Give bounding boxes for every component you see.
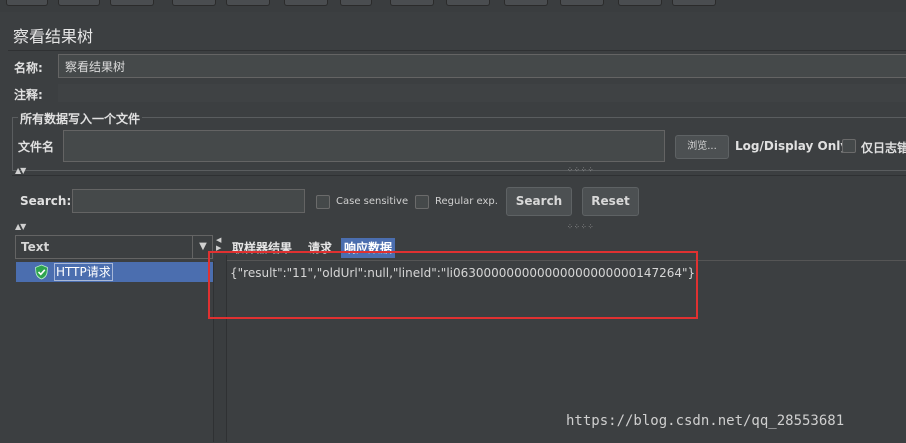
panel-title: 察看结果树: [13, 27, 94, 46]
divider: [8, 50, 906, 51]
shield-check-icon: [35, 264, 48, 280]
comment-label: 注释:: [14, 88, 43, 102]
comment-field[interactable]: [58, 84, 906, 102]
search-button[interactable]: Search: [506, 187, 572, 216]
watermark: https://blog.csdn.net/qq_28553681: [566, 413, 845, 429]
splitter-grip[interactable]: ⁘⁘⁘⁘: [567, 166, 594, 174]
log-display-label: Log/Display Only:: [735, 139, 853, 153]
renderer-select-value: Text: [21, 240, 50, 254]
tree-item-label: HTTP请求: [54, 263, 113, 281]
toolbar-button[interactable]: [618, 0, 662, 6]
name-field[interactable]: 察看结果树: [58, 54, 906, 78]
toolbar-button[interactable]: [560, 0, 604, 6]
toolbar-button[interactable]: [390, 0, 434, 6]
toolbar-button[interactable]: [284, 0, 328, 6]
toolbar-button[interactable]: [226, 0, 270, 6]
errors-only-checkbox[interactable]: [842, 139, 856, 153]
toolbar-button[interactable]: [172, 0, 216, 6]
search-input[interactable]: [72, 189, 305, 213]
highlight-box: [208, 251, 698, 319]
toolbar-button[interactable]: [504, 0, 548, 6]
tree-item[interactable]: HTTP请求: [16, 262, 213, 282]
divider: [12, 175, 906, 176]
search-label: Search:: [20, 194, 72, 208]
browse-button[interactable]: 浏览...: [675, 135, 729, 159]
toolbar-button[interactable]: [340, 0, 372, 6]
splitter-grip[interactable]: ⁘⁘⁘⁘: [567, 223, 594, 231]
toolbar: [0, 0, 906, 12]
filename-label: 文件名: [18, 140, 55, 154]
case-sensitive-checkbox[interactable]: [316, 195, 330, 209]
splitter-arrows[interactable]: ◀ ▶: [216, 236, 221, 252]
errors-only-label: 仅日志错: [861, 141, 906, 155]
toolbar-button[interactable]: [110, 0, 154, 6]
toolbar-button[interactable]: [6, 0, 48, 6]
toolbar-button[interactable]: [672, 0, 716, 6]
filename-field[interactable]: [63, 130, 665, 162]
regular-exp-checkbox[interactable]: [415, 195, 429, 209]
renderer-select[interactable]: Text ▼: [15, 235, 213, 259]
case-sensitive-label: Case sensitive: [336, 196, 409, 207]
results-tree: [15, 261, 214, 442]
toolbar-button[interactable]: [58, 0, 100, 6]
splitter-arrows[interactable]: ▲▼: [15, 222, 26, 231]
regular-exp-label: Regular exp.: [435, 196, 498, 207]
name-label: 名称:: [14, 61, 43, 75]
splitter-arrows[interactable]: ▲▼: [15, 166, 26, 175]
file-section-legend: 所有数据写入一个文件: [18, 110, 143, 127]
toolbar-button[interactable]: [446, 0, 490, 6]
reset-button[interactable]: Reset: [582, 187, 639, 216]
